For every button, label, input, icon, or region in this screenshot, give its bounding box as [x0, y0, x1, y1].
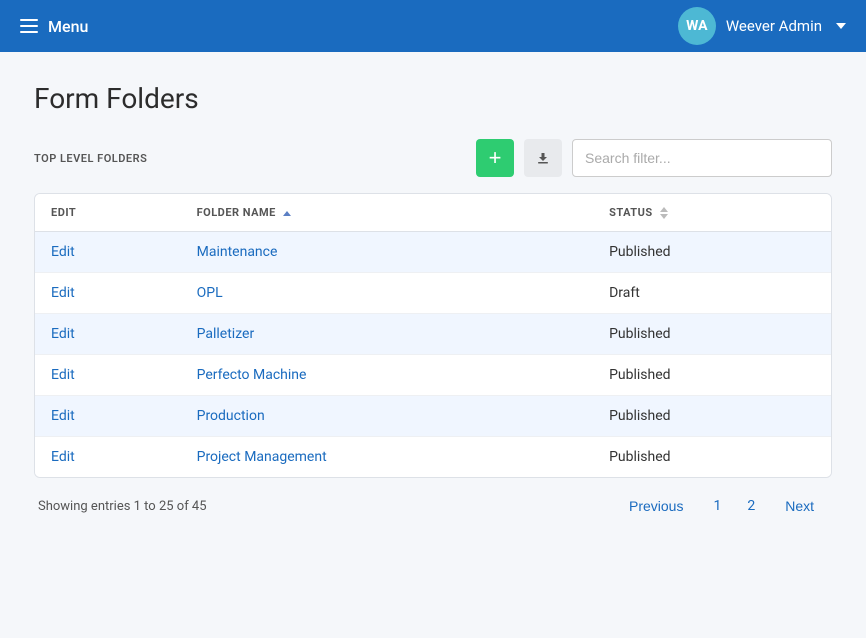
download-button[interactable]: [524, 139, 562, 177]
app-header: Menu WA Weever Admin: [0, 0, 866, 52]
status-cell: Published: [593, 355, 831, 396]
top-level-label: TOP LEVEL FOLDERS: [34, 152, 147, 165]
table-row: Edit OPL Draft: [35, 273, 831, 314]
edit-link[interactable]: Edit: [51, 449, 75, 465]
page-1[interactable]: 1: [703, 492, 731, 520]
table-footer: Showing entries 1 to 25 of 45 Previous 1…: [34, 478, 832, 520]
next-button[interactable]: Next: [771, 492, 828, 520]
table-row: Edit Perfecto Machine Published: [35, 355, 831, 396]
folder-name-link[interactable]: Palletizer: [197, 326, 255, 342]
avatar: WA: [678, 7, 716, 45]
status-cell: Draft: [593, 273, 831, 314]
status-cell: Published: [593, 396, 831, 437]
folders-table: EDIT FOLDER NAME STATUS: [34, 193, 832, 478]
hamburger-icon[interactable]: [20, 19, 38, 33]
sort-folder-name-icon: [283, 211, 291, 216]
edit-link[interactable]: Edit: [51, 367, 75, 383]
main-content: Form Folders TOP LEVEL FOLDERS + EDIT FO…: [0, 52, 866, 550]
folder-name-link[interactable]: OPL: [197, 285, 223, 301]
table-row: Edit Project Management Published: [35, 437, 831, 478]
col-folder-name[interactable]: FOLDER NAME: [181, 194, 593, 232]
previous-button[interactable]: Previous: [615, 492, 697, 520]
download-icon: [535, 150, 551, 166]
edit-link[interactable]: Edit: [51, 244, 75, 260]
table-row: Edit Maintenance Published: [35, 232, 831, 273]
search-input[interactable]: [572, 139, 832, 177]
menu-label[interactable]: Menu: [48, 17, 88, 36]
page-title: Form Folders: [34, 82, 832, 115]
page-2[interactable]: 2: [737, 492, 765, 520]
admin-name: Weever Admin: [726, 17, 822, 35]
status-cell: Published: [593, 232, 831, 273]
user-group: WA Weever Admin: [678, 7, 846, 45]
folder-name-link[interactable]: Project Management: [197, 449, 327, 465]
pagination: Previous 1 2 Next: [615, 492, 828, 520]
folder-name-link[interactable]: Maintenance: [197, 244, 278, 260]
col-status[interactable]: STATUS: [593, 194, 831, 232]
add-button[interactable]: +: [476, 139, 514, 177]
toolbar: TOP LEVEL FOLDERS +: [34, 139, 832, 177]
showing-entries: Showing entries 1 to 25 of 45: [38, 499, 207, 514]
edit-link[interactable]: Edit: [51, 326, 75, 342]
table-row: Edit Production Published: [35, 396, 831, 437]
menu-group[interactable]: Menu: [20, 17, 88, 36]
chevron-down-icon[interactable]: [836, 23, 846, 29]
table-row: Edit Palletizer Published: [35, 314, 831, 355]
table-header-row: EDIT FOLDER NAME STATUS: [35, 194, 831, 232]
sort-status-icon: [660, 207, 668, 219]
folder-name-link[interactable]: Production: [197, 408, 265, 424]
folder-name-link[interactable]: Perfecto Machine: [197, 367, 307, 383]
status-cell: Published: [593, 314, 831, 355]
col-edit: EDIT: [35, 194, 181, 232]
status-cell: Published: [593, 437, 831, 478]
edit-link[interactable]: Edit: [51, 285, 75, 301]
edit-link[interactable]: Edit: [51, 408, 75, 424]
